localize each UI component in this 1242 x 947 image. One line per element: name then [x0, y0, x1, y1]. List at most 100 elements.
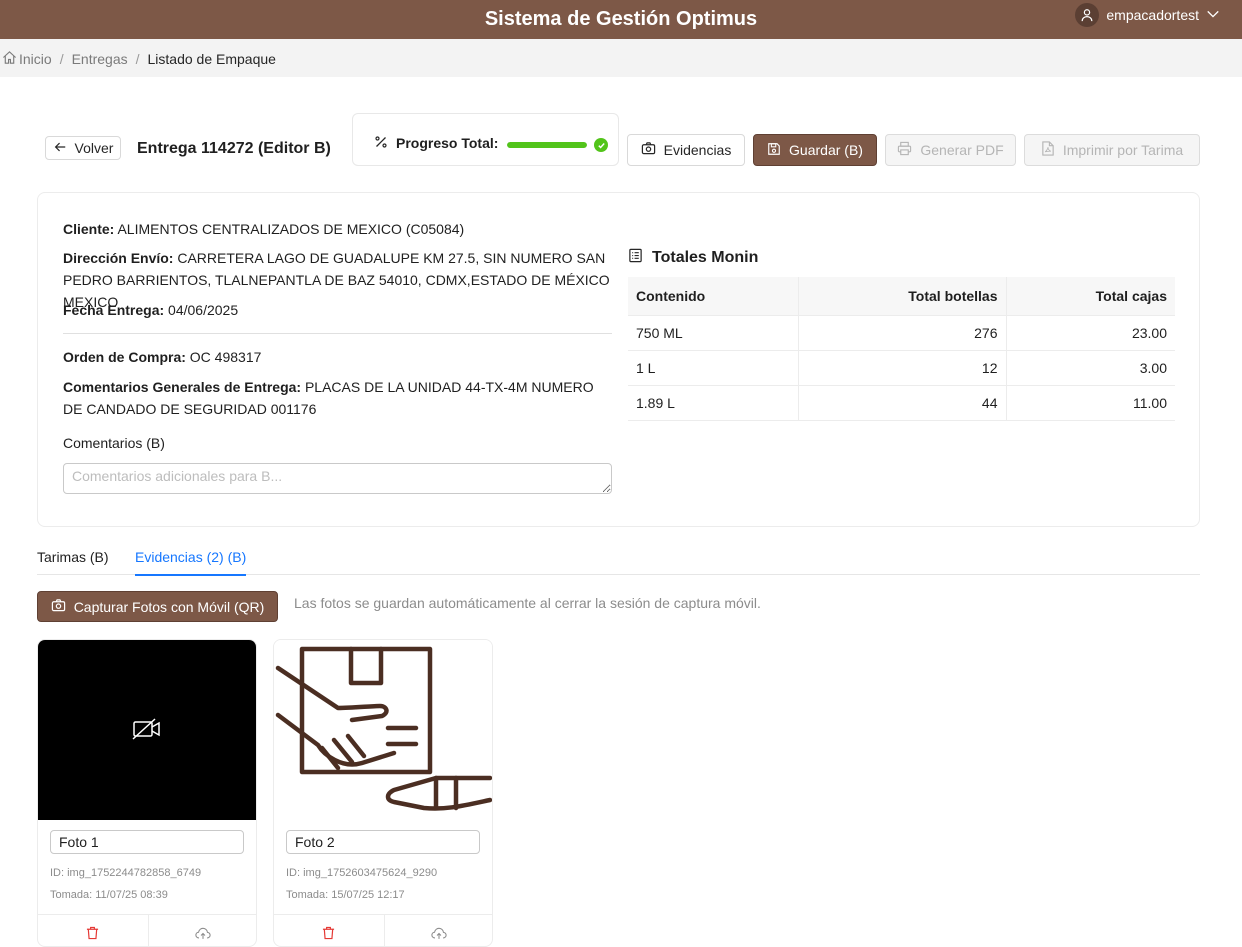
upload-photo-button[interactable] [147, 915, 257, 946]
username: empacadortest [1106, 7, 1199, 23]
home-icon [2, 50, 17, 68]
camera-icon [51, 598, 66, 616]
page-title: Entrega 114272 (Editor B) [137, 140, 331, 157]
photo-thumbnail[interactable] [274, 640, 492, 820]
photo-card: Foto 2 ID: img_1752603475624_9290 Tomada… [273, 639, 493, 947]
photo-name-input[interactable]: Foto 2 [286, 830, 480, 854]
back-button-label: Volver [74, 140, 114, 156]
table-cell: 276 [798, 315, 1007, 351]
capture-hint: Las fotos se guardan automáticamente al … [294, 595, 761, 611]
table-cell: 750 ML [628, 315, 799, 351]
table-cell: 11.00 [1006, 385, 1175, 421]
arrow-left-icon [53, 140, 67, 157]
save-button-label: Guardar (B) [789, 142, 863, 158]
user-icon [1075, 3, 1100, 27]
column-header: Contenido [628, 277, 799, 316]
table-row: 750 ML 276 23.00 [628, 315, 1175, 351]
client-value: ALIMENTOS CENTRALIZADOS DE MEXICO (C0508… [117, 221, 465, 237]
photo-id: ID: img_1752244782858_6749 [50, 867, 202, 879]
video-placeholder[interactable] [38, 640, 256, 820]
table-cell: 44 [798, 385, 1007, 421]
progress-bar-fill [507, 142, 587, 148]
delivery-date-field: Fecha Entrega: 04/06/2025 [63, 299, 613, 321]
table-header-row: Contenido Total botellas Total cajas [628, 277, 1175, 316]
photo-name-input[interactable]: Foto 1 [50, 830, 244, 854]
upload-photo-button[interactable] [383, 915, 493, 946]
photo-taken: Tomada: 11/07/25 08:39 [50, 889, 168, 901]
photo-taken: Tomada: 15/07/25 12:17 [286, 889, 405, 901]
delivery-date-value: 04/06/2025 [168, 302, 239, 318]
percent-icon [375, 135, 387, 151]
app-title: Sistema de Gestión Optimus [484, 8, 758, 30]
progress-label: Progreso Total: [396, 135, 499, 151]
address-label: Dirección Envío: [63, 250, 174, 266]
generate-pdf-button[interactable]: Generar PDF [885, 134, 1016, 166]
breadcrumb-current: Listado de Empaque [147, 51, 276, 67]
breadcrumb-separator: / [135, 51, 140, 67]
progress-bar [507, 142, 587, 148]
breadcrumb-separator: / [59, 51, 64, 67]
column-header: Total cajas [1006, 277, 1175, 316]
totals-table: Contenido Total botellas Total cajas 750… [628, 277, 1175, 421]
breadcrumb: Inicio / Entregas / Listado de Empaque [2, 50, 276, 68]
file-pdf-icon [1041, 141, 1055, 159]
delivery-date-label: Fecha Entrega: [63, 302, 165, 318]
save-button[interactable]: Guardar (B) [753, 134, 877, 166]
tab-evidencias[interactable]: Evidencias (2) (B) [135, 549, 247, 576]
table-cell: 3.00 [1006, 350, 1175, 386]
package-delivery-icon [275, 646, 492, 811]
cloud-upload-icon [195, 927, 211, 943]
comments-textarea[interactable] [63, 463, 612, 494]
general-comments-label: Comentarios Generales de Entrega: [63, 379, 302, 395]
purchase-order-field: Orden de Compra: OC 498317 [63, 346, 613, 368]
table-cell: 12 [798, 350, 1007, 386]
table-cell: 23.00 [1006, 315, 1175, 351]
table-cell: 1 L [628, 350, 799, 386]
breadcrumb-entregas[interactable]: Entregas [72, 51, 128, 67]
video-off-icon [132, 718, 162, 743]
evidencias-button-label: Evidencias [663, 142, 732, 158]
photo-card: Foto 1 ID: img_1752244782858_6749 Tomada… [37, 639, 257, 947]
check-circle-icon [594, 138, 608, 152]
app-header: Sistema de Gestión Optimus empacadortest [0, 0, 1242, 39]
photo-actions [38, 914, 257, 946]
trash-icon [322, 926, 335, 943]
print-by-pallet-button[interactable]: Imprimir por Tarima [1024, 134, 1200, 166]
user-menu[interactable]: empacadortest [1075, 3, 1220, 27]
purchase-order-value: OC 498317 [189, 349, 262, 365]
capture-photos-qr-button[interactable]: Capturar Fotos con Móvil (QR) [37, 591, 278, 622]
progress-panel: Progreso Total: [352, 113, 619, 166]
evidencias-button[interactable]: Evidencias [627, 134, 745, 166]
table-row: 1.89 L 44 11.00 [628, 385, 1175, 421]
tab-tarimas[interactable]: Tarimas (B) [37, 549, 109, 574]
column-header: Total botellas [798, 277, 1007, 316]
generate-pdf-label: Generar PDF [920, 142, 1004, 158]
delivery-info-card: Cliente: ALIMENTOS CENTRALIZADOS DE MEXI… [37, 192, 1200, 527]
delete-photo-button[interactable] [38, 915, 148, 946]
photo-id: ID: img_1752603475624_9290 [286, 867, 438, 879]
print-by-pallet-label: Imprimir por Tarima [1062, 142, 1184, 158]
tab-bar: Tarimas (B) Evidencias (2) (B) [37, 540, 1200, 576]
table-icon [628, 248, 643, 268]
general-comments-field: Comentarios Generales de Entrega: PLACAS… [63, 376, 613, 420]
table-row: 1 L 12 3.00 [628, 350, 1175, 386]
breadcrumb-home[interactable]: Inicio [19, 51, 52, 67]
client-label: Cliente: [63, 221, 115, 237]
photo-actions [274, 914, 493, 946]
capture-photos-label: Capturar Fotos con Móvil (QR) [73, 598, 265, 615]
totals-heading: Totales Monin [628, 248, 758, 268]
totals-title: Totales Monin [652, 249, 759, 266]
table-cell: 1.89 L [628, 385, 799, 421]
chevron-down-icon [1206, 7, 1220, 24]
back-button[interactable]: Volver [45, 136, 121, 160]
cloud-upload-icon [431, 927, 447, 943]
printer-icon [897, 141, 912, 159]
progress-label-group: Progreso Total: [375, 135, 498, 151]
save-icon [767, 142, 781, 159]
delete-photo-button[interactable] [274, 915, 384, 946]
purchase-order-label: Orden de Compra: [63, 349, 186, 365]
comments-label: Comentarios (B) [63, 435, 165, 451]
camera-icon [641, 141, 656, 159]
trash-icon [86, 926, 99, 943]
client-field: Cliente: ALIMENTOS CENTRALIZADOS DE MEXI… [63, 218, 613, 240]
